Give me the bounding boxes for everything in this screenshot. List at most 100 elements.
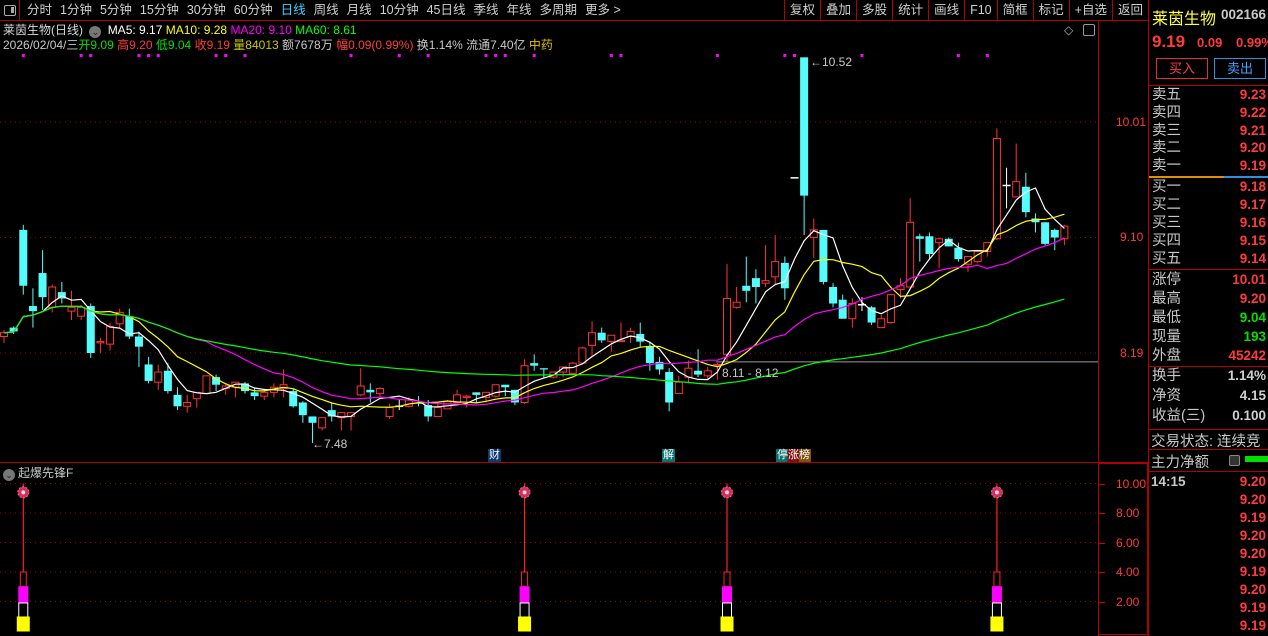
signal	[720, 483, 734, 632]
tick-row: 14:15 9.20	[1149, 473, 1266, 491]
ask-row[interactable]: 卖三 9.21	[1152, 122, 1266, 140]
candle-body	[539, 368, 548, 370]
range-annotation: 8.11 - 8.12	[722, 366, 779, 380]
signal-bar	[16, 616, 30, 632]
row-label: 外盘	[1152, 348, 1181, 364]
stat-row[interactable]: 最低 9.04	[1152, 309, 1266, 327]
candle-body	[1012, 181, 1021, 198]
candle-body	[761, 280, 770, 284]
candle-body	[366, 389, 375, 393]
row-label: 卖四	[1152, 104, 1181, 121]
candle	[578, 346, 587, 364]
stat-row[interactable]: 最高 9.20	[1152, 290, 1266, 308]
row-value: 9.20	[1239, 140, 1266, 156]
tick-price: 9.19	[1239, 510, 1266, 525]
flower-icon-center	[522, 490, 527, 495]
top-marker	[137, 54, 141, 57]
price-change: 0.09	[1197, 35, 1223, 50]
bid-row[interactable]: 买一 9.18	[1152, 178, 1266, 196]
candle-body	[385, 407, 394, 417]
event-marker-limit-up-list[interactable]: 停涨榜	[776, 449, 811, 462]
top-marker	[349, 54, 353, 57]
list-icon[interactable]	[1229, 455, 1240, 466]
candle	[28, 288, 37, 328]
trade-status: 交易状态: 连续竞	[1151, 434, 1261, 450]
event-marker-unlock[interactable]: 解	[662, 449, 675, 462]
signal-bar	[722, 602, 732, 618]
tick-row: 9.20	[1149, 491, 1266, 509]
ma20-line	[3, 237, 1065, 406]
axis-tick	[1099, 542, 1105, 544]
row-label: 买三	[1152, 215, 1181, 231]
event-marker-finance[interactable]: 财	[488, 449, 501, 462]
ask-row[interactable]: 卖二 9.20	[1152, 139, 1266, 157]
candle	[1002, 167, 1011, 209]
candle	[809, 218, 818, 258]
candle	[462, 394, 471, 408]
row-value: 1.14%	[1227, 368, 1266, 383]
stats2-row[interactable]: 净资 4.15	[1152, 387, 1266, 405]
signal-bar	[991, 602, 1002, 618]
ask-row[interactable]: 卖一 9.19	[1152, 157, 1266, 175]
sell-button[interactable]: 卖出	[1214, 58, 1266, 79]
candle	[665, 368, 674, 412]
indicator-axis-label: 4.00	[1116, 565, 1140, 579]
buy-button[interactable]: 买入	[1156, 58, 1208, 79]
tick-price: 9.20	[1239, 474, 1266, 489]
top-marker	[860, 54, 864, 57]
indicator-axis-label: 6.00	[1116, 535, 1140, 550]
indicator-title: 起爆先锋F	[18, 466, 74, 480]
top-marker	[503, 54, 507, 57]
candlestick-chart[interactable]	[0, 0, 1098, 462]
candle-body	[645, 346, 654, 364]
divider	[1149, 471, 1268, 472]
row-value: 0.100	[1232, 408, 1266, 423]
top-marker	[956, 54, 960, 57]
low-annotation-value: 7.48	[324, 437, 348, 451]
candle	[192, 391, 201, 408]
ask-row[interactable]: 卖四 9.22	[1152, 104, 1266, 122]
ma10-line	[3, 213, 1065, 408]
candle-body	[308, 416, 317, 423]
row-label: 现量	[1152, 329, 1181, 345]
top-marker	[243, 54, 247, 57]
bid-row[interactable]: 买四 9.15	[1152, 232, 1266, 250]
stats2-row[interactable]: 收益(三) 0.100	[1152, 407, 1266, 425]
stat-row[interactable]: 外盘 45242	[1152, 347, 1266, 365]
tick-row: 9.19	[1149, 599, 1266, 617]
candle-body	[163, 370, 172, 392]
candle-body	[838, 299, 847, 319]
candle-body	[877, 318, 886, 329]
stats2-row[interactable]: 换手 1.14%	[1152, 367, 1266, 385]
candle	[154, 364, 163, 390]
stat-row[interactable]: 现量 193	[1152, 328, 1266, 346]
stat-row[interactable]: 涨停 10.01	[1152, 271, 1266, 289]
top-marker	[224, 54, 228, 57]
top-marker	[21, 54, 25, 57]
candle-body	[915, 236, 924, 239]
candle-body	[183, 401, 192, 407]
row-label: 净资	[1152, 388, 1181, 404]
candle	[202, 375, 211, 395]
panel-divider	[0, 462, 1148, 463]
signal-bar	[18, 586, 29, 604]
row-label: 卖一	[1152, 158, 1181, 175]
bid-row[interactable]: 买二 9.17	[1152, 196, 1266, 214]
candle	[742, 256, 751, 303]
row-label: 换手	[1152, 368, 1181, 384]
row-label: 收益(三)	[1152, 408, 1206, 424]
candle	[800, 57, 809, 235]
signal-bar	[722, 586, 732, 604]
candle	[366, 383, 375, 403]
tick-row: 9.19	[1149, 563, 1266, 581]
chevron-down-icon[interactable]: ⌄	[3, 469, 15, 481]
candle-body	[578, 347, 587, 364]
bid-row[interactable]: 买三 9.16	[1152, 214, 1266, 232]
toolbar-button[interactable]: 返回	[1111, 0, 1148, 21]
top-marker	[609, 54, 613, 57]
bid-row[interactable]: 买五 9.14	[1152, 250, 1266, 268]
ask-row[interactable]: 卖五 9.23	[1152, 86, 1266, 104]
signal	[518, 483, 532, 632]
row-value: 4.15	[1239, 388, 1266, 403]
candle-body	[67, 306, 76, 312]
